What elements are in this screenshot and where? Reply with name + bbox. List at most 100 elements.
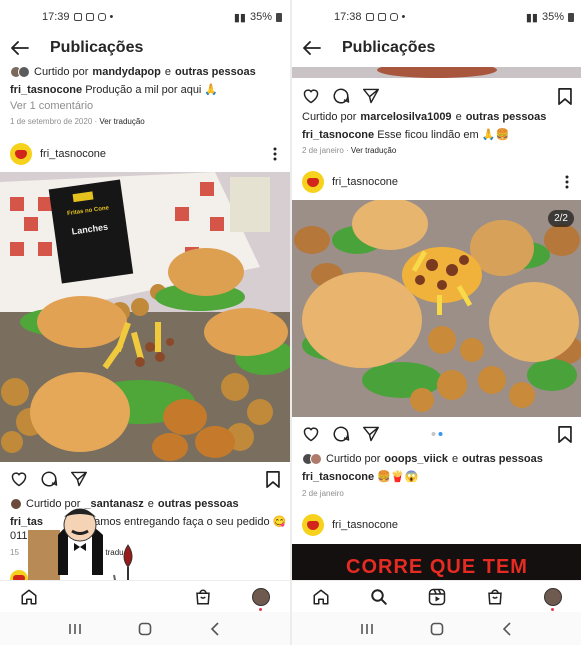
notification-dot: [259, 607, 262, 611]
caption-username[interactable]: fri_tasnocone: [302, 129, 374, 141]
more-options-icon[interactable]: [260, 144, 290, 164]
post-username[interactable]: fri_tasnocone: [40, 148, 260, 160]
header: Publicações: [292, 34, 581, 62]
bookmark-icon[interactable]: [266, 470, 280, 488]
tab-reels[interactable]: [422, 582, 452, 612]
shop-icon: [488, 589, 502, 604]
carousel-counter: 2/2: [548, 210, 574, 227]
header: Publicações: [0, 34, 290, 62]
tab-profile[interactable]: [246, 582, 276, 612]
avatar[interactable]: [10, 143, 32, 165]
post-username[interactable]: fri_tasnocone: [332, 519, 581, 531]
post-username[interactable]: fri_tasnocone: [332, 176, 552, 188]
page-title: Publicações: [50, 39, 144, 56]
home-icon: [21, 589, 37, 604]
recent-apps-icon: [69, 623, 81, 634]
recent-apps-icon: [361, 623, 373, 634]
translate-link[interactable]: Ver tradução: [351, 146, 396, 155]
back-button[interactable]: [292, 34, 332, 62]
prev-post-photo[interactable]: [292, 66, 581, 78]
tab-home[interactable]: [306, 582, 336, 612]
status-bar: 17:38 • ▮▮ 35%: [292, 0, 581, 34]
battery-icon: [276, 12, 282, 22]
comment-icon[interactable]: [332, 87, 350, 105]
notification-icon: [73, 13, 82, 21]
caption: fri_tasnocone 🍔🍟😱: [302, 471, 419, 483]
home-square-icon: [430, 622, 444, 635]
caption: fri_tasnocone Produção a mil por aqui 🙏: [10, 84, 219, 96]
instagram-icon: [389, 13, 398, 21]
notification-icon: [365, 13, 374, 21]
tab-shop[interactable]: [188, 582, 218, 612]
back-system-button[interactable]: [492, 617, 522, 641]
liked-user-link[interactable]: marcelosilva1009: [360, 111, 451, 123]
home-button[interactable]: [130, 617, 160, 641]
share-icon[interactable]: [362, 88, 380, 104]
liked-by: Curtido por marcelosilva1009 e outras pe…: [302, 111, 547, 123]
clock: 17:39: [42, 11, 70, 23]
caption-username[interactable]: fri_tasnocone: [10, 84, 82, 96]
battery-icon: [568, 12, 574, 22]
recent-apps-button[interactable]: [60, 617, 90, 641]
feed[interactable]: Curtido por mandydapop e outras pessoas …: [0, 62, 290, 580]
share-icon[interactable]: [70, 471, 88, 487]
share-icon[interactable]: [362, 426, 380, 442]
view-comments-link[interactable]: Ver 1 comentário: [10, 100, 93, 112]
avatar[interactable]: [302, 514, 324, 536]
profile-avatar: [252, 587, 270, 606]
tab-shop[interactable]: [480, 582, 510, 612]
post-actions: [292, 82, 581, 110]
photo-strip-image: [292, 66, 581, 78]
signal-icon: ▮▮: [233, 11, 246, 24]
bottom-tab-bar: [0, 580, 290, 612]
post-header: fri_tasnocone: [0, 140, 290, 168]
food-photo-image: Fritas no Cone Lanches: [0, 172, 290, 462]
heart-icon[interactable]: [302, 88, 320, 104]
more-dot-icon: •: [401, 11, 406, 23]
liked-others-link[interactable]: outras pessoas: [462, 453, 543, 465]
facebook-icon: [377, 13, 386, 21]
chevron-left-icon: [210, 621, 219, 636]
liked-user-link[interactable]: mandydapop: [92, 66, 160, 78]
home-button[interactable]: [422, 617, 452, 641]
left-screen: 17:39 • ▮▮ 35% Publicações Curtido por m…: [0, 0, 290, 645]
notification-dot: [551, 607, 554, 611]
tab-search[interactable]: [364, 582, 394, 612]
bottom-tab-bar: [292, 580, 581, 612]
post-actions: [292, 420, 581, 448]
profile-avatar: [544, 587, 562, 606]
right-screen: 17:38 • ▮▮ 35% Publicações Curtido por m…: [292, 0, 581, 645]
back-button[interactable]: [0, 34, 40, 62]
recent-apps-button[interactable]: [352, 617, 382, 641]
post-header: fri_tasnocone: [292, 511, 581, 539]
comment-icon[interactable]: [332, 425, 350, 443]
back-system-button[interactable]: [200, 617, 230, 641]
tab-profile[interactable]: [538, 582, 568, 612]
liked-user-link[interactable]: ooops_viick: [384, 453, 448, 465]
arrow-left-icon: [303, 41, 321, 55]
tab-home[interactable]: [14, 582, 44, 612]
bookmark-icon[interactable]: [558, 425, 572, 443]
liked-others-link[interactable]: outras pessoas: [466, 111, 547, 123]
caption-username[interactable]: fri_tasnocone: [302, 471, 374, 483]
carousel-dots: [431, 432, 443, 436]
facebook-icon: [85, 13, 94, 21]
heart-icon[interactable]: [302, 426, 320, 442]
more-options-icon[interactable]: [552, 172, 581, 192]
tab-reels[interactable]: [130, 582, 160, 612]
post-photo[interactable]: Fritas no Cone Lanches: [0, 172, 290, 462]
avatar[interactable]: [302, 171, 324, 193]
translate-link[interactable]: Ver tradução: [99, 117, 144, 126]
tab-search[interactable]: [72, 582, 102, 612]
liked-others-link[interactable]: outras pessoas: [175, 66, 256, 78]
post-date: 2 de janeiro · Ver tradução: [302, 146, 397, 155]
next-post-banner[interactable]: CORRE QUE TEM: [292, 544, 581, 580]
bookmark-icon[interactable]: [558, 87, 572, 105]
post-actions: [0, 465, 290, 493]
post-photo[interactable]: 2/2: [292, 200, 581, 417]
liker-avatars: [10, 66, 30, 78]
feed[interactable]: Curtido por marcelosilva1009 e outras pe…: [292, 62, 581, 580]
comment-icon[interactable]: [40, 470, 58, 488]
system-nav-bar: [292, 612, 581, 645]
heart-icon[interactable]: [10, 471, 28, 487]
